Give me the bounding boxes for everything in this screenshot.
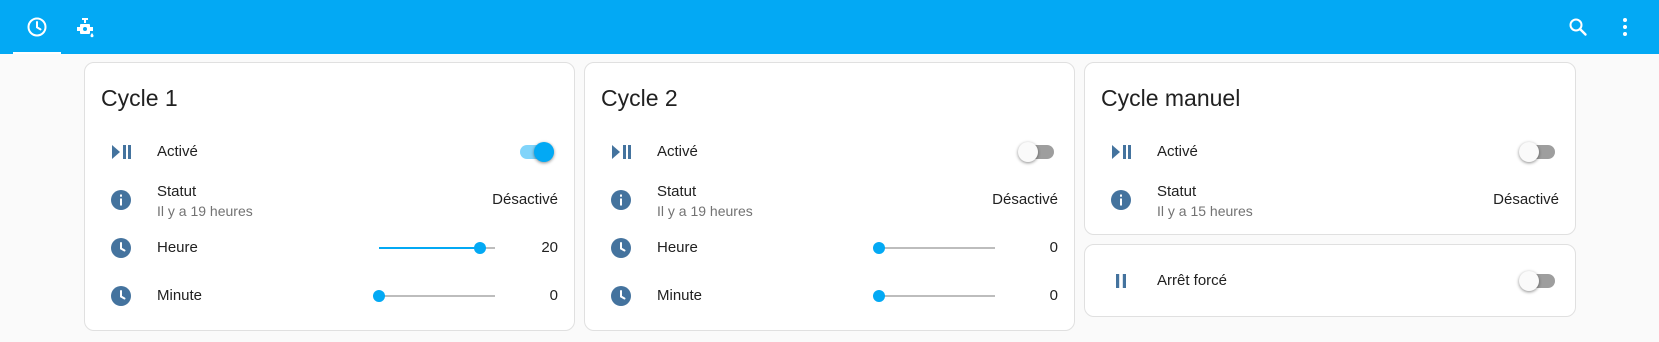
active-label: Activé bbox=[1157, 143, 1198, 160]
slider-rail bbox=[879, 247, 995, 249]
slider-knob[interactable] bbox=[873, 242, 885, 254]
cycle1-card: Cycle 1 Activé Statut Il y a 19 heures D… bbox=[84, 62, 575, 331]
cycle1-minute-slider[interactable] bbox=[373, 284, 495, 308]
play-pause-icon bbox=[109, 140, 133, 164]
active-label: Activé bbox=[157, 143, 198, 160]
card-title: Cycle 1 bbox=[101, 85, 178, 111]
slider-knob[interactable] bbox=[373, 290, 385, 302]
toggle-thumb bbox=[1018, 142, 1038, 162]
cycle1-hour-slider[interactable] bbox=[379, 236, 495, 260]
status-last-changed: Il y a 19 heures bbox=[157, 203, 253, 219]
slider-knob[interactable] bbox=[473, 242, 486, 254]
cycle1-status-row: Statut Il y a 19 heures Désactivé bbox=[85, 180, 574, 220]
hour-value: 20 bbox=[541, 239, 558, 256]
tab-pump[interactable] bbox=[61, 0, 109, 54]
clock-icon bbox=[109, 236, 133, 260]
status-value: Désactivé bbox=[992, 191, 1058, 208]
status-label: Statut bbox=[157, 183, 197, 200]
cycle2-minute-row: Minute 0 bbox=[585, 276, 1074, 316]
more-options-button[interactable] bbox=[1605, 7, 1645, 47]
forced-stop-card: Arrêt forcé bbox=[1084, 244, 1576, 317]
toggle-thumb bbox=[1519, 271, 1539, 291]
status-value: Désactivé bbox=[492, 191, 558, 208]
toggle-thumb bbox=[1519, 142, 1539, 162]
manual-active-row: Activé bbox=[1085, 132, 1575, 172]
hour-label: Heure bbox=[157, 239, 198, 256]
active-label: Activé bbox=[657, 143, 698, 160]
clock-icon bbox=[609, 284, 633, 308]
clock-icon bbox=[25, 15, 49, 39]
minute-label: Minute bbox=[657, 287, 703, 304]
status-label: Statut bbox=[1157, 183, 1197, 200]
manual-cycle-card: Cycle manuel Activé Statut Il y a 15 heu… bbox=[1084, 62, 1576, 235]
search-icon bbox=[1566, 15, 1590, 39]
manual-status-row: Statut Il y a 15 heures Désactivé bbox=[1085, 180, 1575, 220]
toggle-thumb bbox=[534, 142, 554, 162]
minute-label: Minute bbox=[157, 287, 203, 304]
slider-rail bbox=[379, 295, 495, 297]
top-toolbar bbox=[0, 0, 1659, 54]
info-icon bbox=[609, 188, 633, 212]
card-title: Cycle 2 bbox=[601, 85, 678, 111]
play-pause-icon bbox=[609, 140, 633, 164]
hour-value: 0 bbox=[1049, 239, 1058, 256]
info-icon bbox=[1109, 188, 1133, 212]
more-vert-icon bbox=[1613, 15, 1637, 39]
slider-rail bbox=[879, 295, 995, 297]
info-icon bbox=[109, 188, 133, 212]
cycle1-active-row: Activé bbox=[85, 132, 574, 172]
water-pump-icon bbox=[73, 15, 97, 39]
cycle1-minute-row: Minute 0 bbox=[85, 276, 574, 316]
clock-icon bbox=[609, 236, 633, 260]
slider-knob[interactable] bbox=[873, 290, 885, 302]
cycle2-minute-slider[interactable] bbox=[873, 284, 995, 308]
forced-stop-label: Arrêt forcé bbox=[1157, 272, 1228, 289]
play-pause-icon bbox=[1109, 140, 1133, 164]
forced-stop-row: Arrêt forcé bbox=[1085, 261, 1575, 301]
status-last-changed: Il y a 15 heures bbox=[1157, 203, 1253, 219]
status-value: Désactivé bbox=[1493, 191, 1559, 208]
cycle2-hour-slider[interactable] bbox=[873, 236, 995, 260]
forced-stop-toggle[interactable] bbox=[1519, 271, 1555, 291]
card-title: Cycle manuel bbox=[1101, 85, 1241, 111]
cycle2-hour-row: Heure 0 bbox=[585, 228, 1074, 268]
cycle2-status-row: Statut Il y a 19 heures Désactivé bbox=[585, 180, 1074, 220]
hour-label: Heure bbox=[657, 239, 698, 256]
cycle2-active-row: Activé bbox=[585, 132, 1074, 172]
minute-value: 0 bbox=[1049, 287, 1058, 304]
minute-value: 0 bbox=[549, 287, 558, 304]
clock-icon bbox=[109, 284, 133, 308]
tab-schedule[interactable] bbox=[13, 0, 61, 54]
cycle2-active-toggle[interactable] bbox=[1018, 142, 1054, 162]
status-label: Statut bbox=[657, 183, 697, 200]
cycle2-card: Cycle 2 Activé Statut Il y a 19 heures D… bbox=[584, 62, 1075, 331]
slider-fill bbox=[379, 247, 480, 249]
search-button[interactable] bbox=[1558, 7, 1598, 47]
cycle1-active-toggle[interactable] bbox=[518, 142, 554, 162]
manual-active-toggle[interactable] bbox=[1519, 142, 1555, 162]
pause-icon bbox=[1109, 269, 1133, 293]
cycle1-hour-row: Heure 20 bbox=[85, 228, 574, 268]
status-last-changed: Il y a 19 heures bbox=[657, 203, 753, 219]
